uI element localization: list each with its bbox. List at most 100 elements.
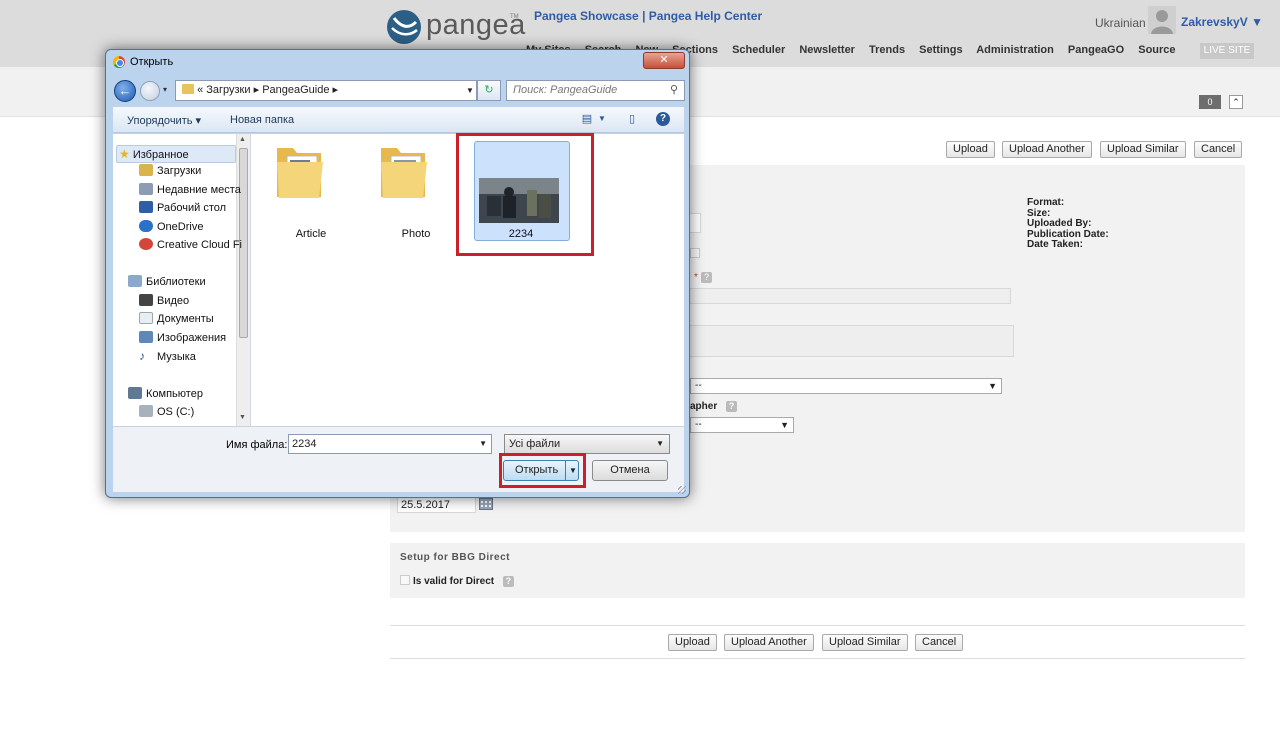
upload-another-button-top[interactable]: Upload Another [1002,141,1092,158]
link-pangea-help-center[interactable]: Pangea Help Center [649,9,762,23]
nav-item-pictures[interactable]: Изображения [139,331,226,344]
dialog-close-button[interactable]: ✕ [643,52,685,69]
history-dropdown-icon[interactable]: ▾ [163,85,167,94]
address-separator: ▸ [253,84,260,96]
view-options-icon[interactable]: ▤ [580,112,594,126]
help-icon[interactable]: ? [726,401,738,412]
help-links: Pangea Showcase | Pangea Help Center [534,9,762,23]
nav-item-creative-cloud-label: Creative Cloud Fi [157,239,242,251]
notification-counter[interactable]: 0 [1199,95,1221,109]
nav-computer[interactable]: Компьютер [128,387,203,400]
nav-item-downloads-label: Загрузки [157,165,202,177]
nav-item-creative-cloud[interactable]: Creative Cloud Fi [139,238,242,251]
file-type-select[interactable]: Усі файли ▼ [504,434,670,454]
form-textarea[interactable] [686,325,1014,357]
form-select-2[interactable]: -- ▼ [690,417,794,433]
nav-pangeago[interactable]: PangeaGO [1068,44,1124,56]
date-taken-input[interactable]: 25.5.2017 [397,497,476,513]
form-checkbox-1[interactable] [690,248,700,258]
file-type-dropdown-icon[interactable]: ▼ [656,435,664,453]
nav-item-documents-label: Документы [157,313,214,325]
upload-button-top[interactable]: Upload [946,141,995,158]
upload-similar-button-bottom[interactable]: Upload Similar [822,634,908,651]
chrome-icon [113,56,125,68]
nav-item-music-label: Музыка [157,351,196,363]
link-separator: | [642,9,646,23]
nav-newsletter[interactable]: Newsletter [799,44,855,56]
nav-item-onedrive-label: OneDrive [157,221,204,233]
address-bar[interactable]: « Загрузки ▸ PangeaGuide ▸ ▼ [175,80,477,101]
forward-arrow-icon[interactable] [140,81,160,101]
navigation-scrollbar[interactable]: ▲ ▼ [236,134,250,426]
address-separator: ▸ [332,84,339,96]
nav-libraries[interactable]: Библиотеки [128,275,206,288]
cancel-button-bottom[interactable]: Cancel [915,634,964,651]
folder-icon[interactable] [275,142,325,200]
user-avatar-icon[interactable] [1148,6,1176,34]
annotation-highlight-open [499,453,586,488]
nav-scheduler[interactable]: Scheduler [732,44,785,56]
folder-icon[interactable] [379,142,429,200]
address-crumb-pangeaguide[interactable]: PangeaGuide [262,84,329,96]
nav-item-documents[interactable]: Документы [139,312,214,325]
photographer-label-text: apher [690,401,718,412]
user-menu[interactable]: ZakrevskyV ▼ [1181,15,1263,29]
bbg-section-title: Setup for BBG Direct [400,552,511,563]
dialog-toolbar: Упорядочить ▾ Новая папка ▤ ▼ ▯ ? [113,107,684,133]
is-valid-for-direct-checkbox[interactable] [400,575,410,585]
collapse-icon[interactable]: ⌃ [1229,95,1243,109]
libraries-icon [128,275,142,287]
required-field-help: * ? [694,271,712,283]
live-site-button[interactable]: LIVE SITE [1199,42,1255,60]
nav-source[interactable]: Source [1138,44,1175,56]
form-select-1[interactable]: -- ▼ [690,378,1002,394]
scroll-up-icon[interactable]: ▲ [239,136,246,143]
back-arrow-icon[interactable]: ← [114,80,136,102]
help-icon[interactable]: ? [656,112,670,126]
file-article-label[interactable]: Article [266,228,356,240]
resize-grip-icon[interactable] [678,486,686,494]
refresh-icon[interactable]: ↻ [477,80,501,101]
open-file-dialog: Открыть ✕ ← ▾ « Загрузки ▸ PangeaGuide ▸… [105,49,690,498]
nav-item-video[interactable]: Видео [139,294,189,307]
file-photo-label[interactable]: Photo [371,228,461,240]
nav-item-os-drive[interactable]: OS (C:) [139,405,194,418]
upload-similar-button-top[interactable]: Upload Similar [1100,141,1186,158]
recent-places-icon [139,183,153,195]
scroll-down-icon[interactable]: ▼ [239,414,246,421]
nav-item-music[interactable]: ♪ Музыка [139,349,196,363]
calendar-icon[interactable] [479,498,493,510]
address-dropdown-icon[interactable]: ▼ [466,81,474,100]
nav-item-downloads[interactable]: Загрузки [139,164,201,177]
search-input[interactable]: Поиск: PangeaGuide ⚲ [506,80,685,101]
nav-item-recent-places[interactable]: Недавние места [139,183,241,196]
upload-button-bottom[interactable]: Upload [668,634,717,651]
nav-item-pictures-label: Изображения [157,332,227,344]
cancel-button[interactable]: Отмена [592,460,668,481]
filename-dropdown-icon[interactable]: ▼ [479,435,487,453]
language-selector[interactable]: Ukrainian [1095,16,1146,30]
form-input-2[interactable] [686,288,1011,304]
organize-menu[interactable]: Упорядочить ▾ [127,114,201,127]
nav-trends[interactable]: Trends [869,44,905,56]
cancel-button-top[interactable]: Cancel [1194,141,1243,158]
search-icon[interactable]: ⚲ [670,81,678,100]
nav-administration[interactable]: Administration [976,44,1054,56]
help-icon[interactable]: ? [502,576,514,587]
filename-input[interactable]: 2234 ▼ [288,434,492,454]
new-folder-button[interactable]: Новая папка [230,114,294,126]
view-dropdown-icon[interactable]: ▼ [595,112,609,126]
nav-item-desktop[interactable]: Рабочий стол [139,201,226,214]
help-icon[interactable]: ? [700,272,712,283]
link-pangea-showcase[interactable]: Pangea Showcase [534,9,639,23]
file-type-value: Усі файли [509,438,561,450]
preview-pane-icon[interactable]: ▯ [625,112,639,126]
file-metadata: Format: Size: Uploaded By: Publication D… [1027,197,1109,251]
nav-settings[interactable]: Settings [919,44,962,56]
documents-icon [139,312,153,324]
search-placeholder: Поиск: PangeaGuide [513,84,618,96]
upload-another-button-bottom[interactable]: Upload Another [724,634,814,651]
address-crumb-downloads[interactable]: Загрузки [206,84,250,96]
nav-item-onedrive[interactable]: OneDrive [139,220,203,233]
nav-favorites[interactable]: ★ Избранное [116,145,236,163]
